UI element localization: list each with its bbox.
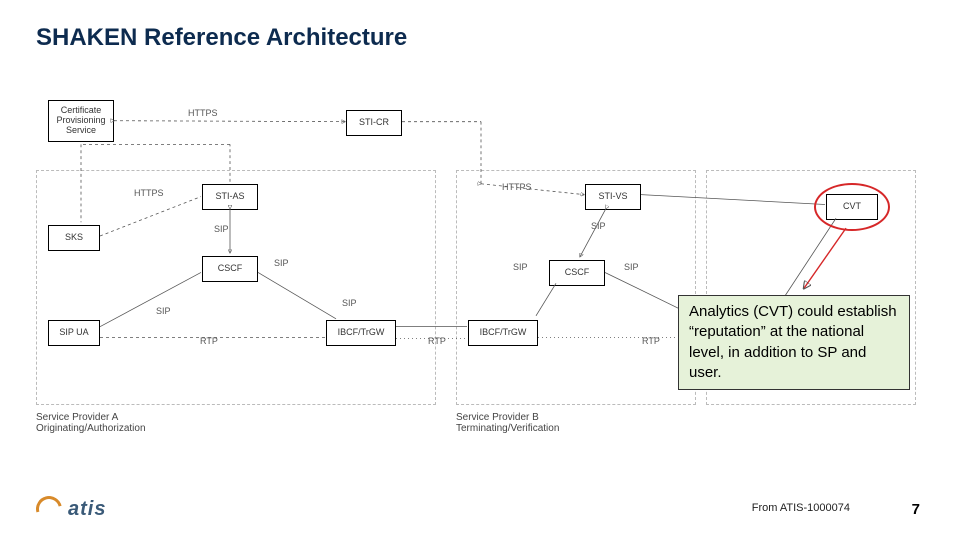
cvt-highlight-ellipse — [814, 183, 890, 231]
atis-logo: atis — [36, 496, 106, 522]
analytics-callout: Analytics (CVT) could establish “reputat… — [678, 295, 910, 390]
page-number: 7 — [912, 501, 920, 518]
architecture-diagram: Certificate Provisioning Service STI-CR … — [36, 100, 924, 440]
atis-logo-text: atis — [68, 498, 106, 521]
source-attribution: From ATIS-1000074 — [752, 502, 850, 514]
page-title: SHAKEN Reference Architecture — [36, 24, 407, 52]
atis-swirl-icon — [31, 491, 67, 527]
